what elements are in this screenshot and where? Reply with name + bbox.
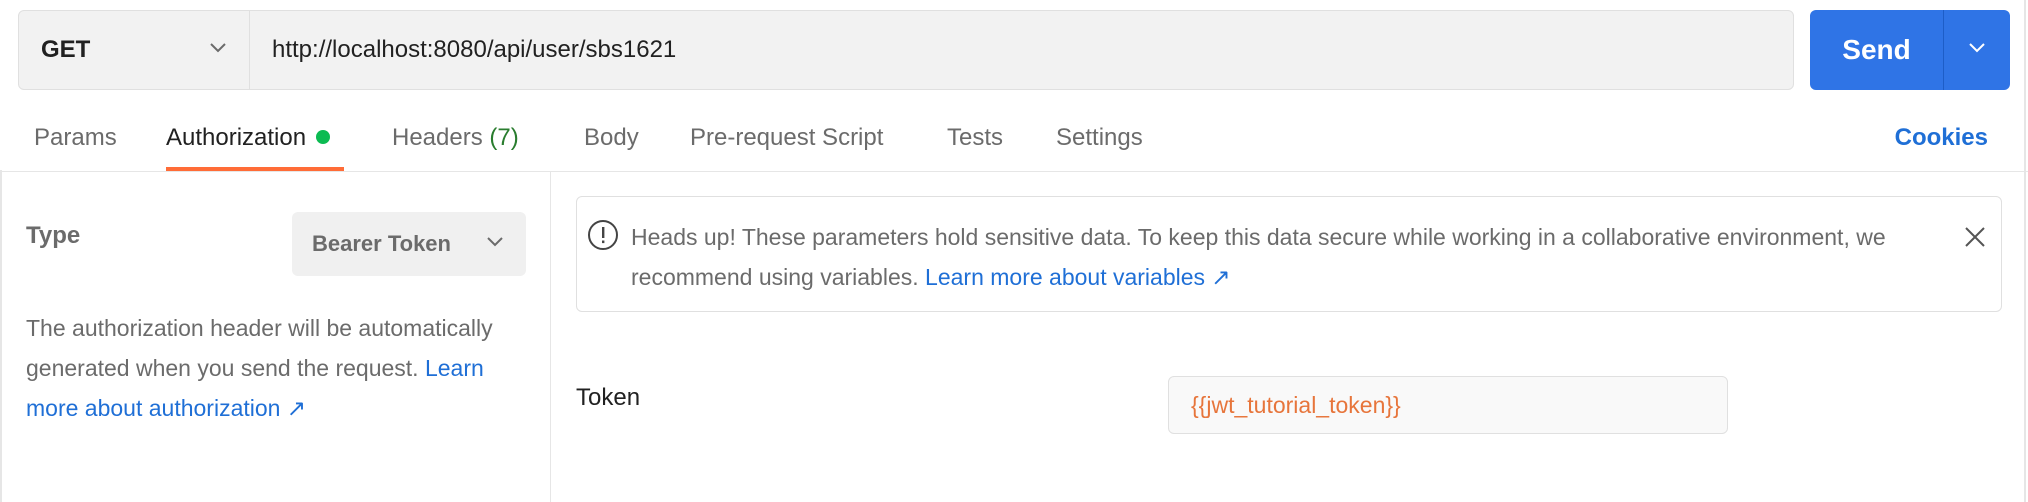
tab-pre-request-script[interactable]: Pre-request Script: [690, 124, 883, 152]
send-options-button[interactable]: [1944, 10, 2010, 90]
request-tabs: Params Authorization Headers (7) Body Pr…: [0, 110, 2028, 172]
tab-tests[interactable]: Tests: [947, 124, 1003, 152]
active-tab-indicator: [166, 167, 344, 171]
learn-more-variables-link[interactable]: Learn more about variables ↗: [925, 264, 1231, 290]
chevron-down-icon: [486, 235, 504, 253]
tab-settings[interactable]: Settings: [1056, 124, 1143, 152]
method-label: GET: [41, 36, 91, 63]
url-input[interactable]: http://localhost:8080/api/user/sbs1621: [250, 11, 1793, 89]
notice-text: Heads up! These parameters hold sensitiv…: [631, 217, 1891, 297]
tab-label: Authorization: [166, 124, 307, 151]
tab-body[interactable]: Body: [584, 124, 639, 152]
token-input[interactable]: {{jwt_tutorial_token}}: [1168, 376, 1728, 434]
status-dot: [316, 129, 331, 144]
auth-type-select[interactable]: Bearer Token: [292, 212, 526, 276]
auth-description-text: The authorization header will be automat…: [26, 315, 493, 381]
tab-label: Tests: [947, 124, 1004, 151]
tab-label: Settings: [1056, 124, 1143, 151]
tab-label: Headers: [392, 124, 483, 151]
chevron-down-icon: [209, 41, 227, 59]
auth-type-value: Bearer Token: [312, 231, 451, 256]
tab-headers[interactable]: Headers (7): [392, 124, 519, 152]
tab-authorization[interactable]: Authorization: [166, 124, 331, 152]
panel-border: [2024, 0, 2026, 502]
tab-label: Params: [34, 124, 117, 151]
type-label: Type: [26, 222, 81, 249]
send-button-group: Send: [1810, 10, 2010, 90]
chevron-down-icon: [1968, 41, 1986, 59]
notice-body: Heads up! These parameters hold sensitiv…: [631, 224, 1886, 290]
tab-params[interactable]: Params: [34, 124, 117, 152]
method-select[interactable]: GET: [19, 11, 250, 89]
tab-count: (7): [489, 124, 519, 151]
cookies-link[interactable]: Cookies: [1895, 124, 1988, 152]
request-bar: GET http://localhost:8080/api/user/sbs16…: [18, 10, 1794, 90]
sensitive-data-notice: Heads up! These parameters hold sensitiv…: [576, 196, 2002, 312]
auth-description: The authorization header will be automat…: [26, 308, 536, 428]
tab-label: Pre-request Script: [690, 124, 884, 151]
auth-type-panel: Type Bearer Token The authorization head…: [0, 172, 551, 502]
token-label: Token: [576, 384, 641, 411]
tab-label: Body: [584, 124, 639, 151]
alert-circle-icon: [587, 219, 619, 251]
close-icon[interactable]: [1963, 225, 1987, 249]
send-button[interactable]: Send: [1810, 10, 1944, 90]
